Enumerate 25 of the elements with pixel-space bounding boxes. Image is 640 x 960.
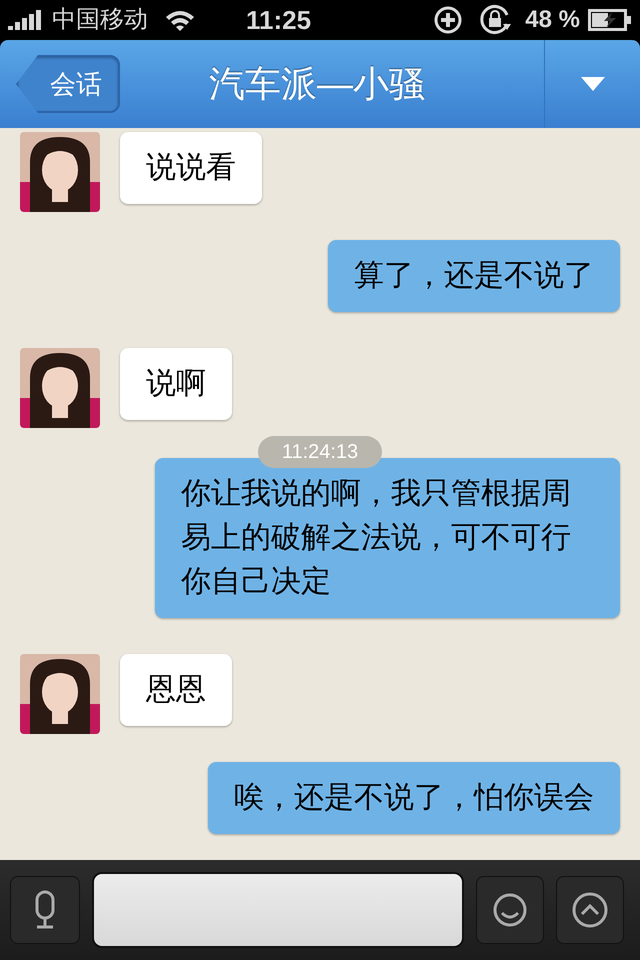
message-bubble: 恩恩 [120, 654, 232, 726]
timestamp: 11:24:13 [258, 436, 382, 468]
message-bubble: 你让我说的啊，我只管根据周易上的破解之法说，可不可行你自己决定 [155, 458, 620, 618]
microphone-icon [34, 890, 56, 930]
message-input-field[interactable] [92, 872, 464, 948]
message-bubble: 说说看 [120, 132, 262, 204]
battery-percent: 48 % [525, 5, 580, 35]
back-button[interactable]: 会话 [16, 55, 120, 113]
clock: 11:25 [246, 4, 312, 36]
emoji-button[interactable] [476, 876, 544, 944]
smiley-icon [492, 892, 528, 928]
dropdown-icon[interactable] [580, 77, 604, 91]
message-bubble: 算了，还是不说了 [328, 240, 620, 312]
voice-button[interactable] [10, 876, 80, 944]
message-bubble: 说啊 [120, 348, 232, 420]
battery-charging-icon [588, 9, 632, 31]
wifi-icon [164, 8, 196, 32]
chat-title: 汽车派—小骚 [209, 62, 425, 106]
more-button[interactable] [556, 876, 624, 944]
chevron-up-circle-icon [571, 891, 609, 929]
rotation-lock-icon [479, 4, 514, 36]
signal-icon [8, 10, 44, 30]
message-bubble: 唉，还是不说了，怕你误会 [208, 762, 620, 834]
carrier-name: 中国移动 [52, 5, 148, 35]
plus-circle-icon [433, 5, 464, 35]
